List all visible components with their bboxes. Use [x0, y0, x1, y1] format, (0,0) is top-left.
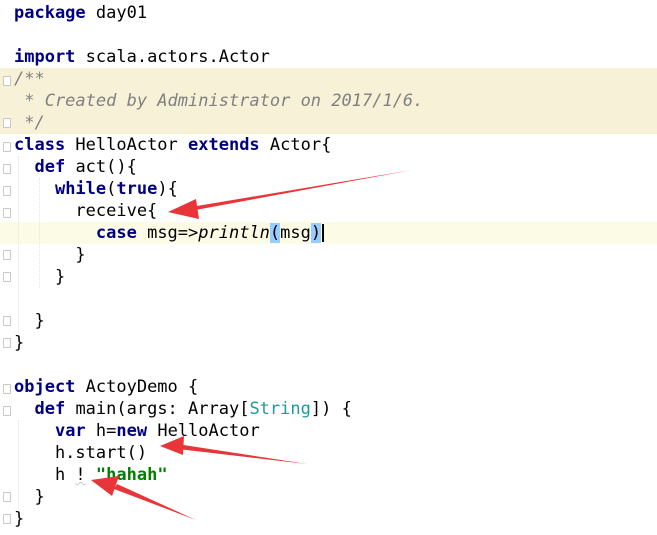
annotation-arrow-receive: [168, 170, 412, 219]
annotation-arrow-send: [91, 476, 196, 520]
annotation-arrows: [91, 170, 412, 520]
annotation-arrow-start: [160, 436, 307, 464]
code-editor[interactable]: package day01 import scala.actors.Actor/*…: [0, 0, 657, 535]
